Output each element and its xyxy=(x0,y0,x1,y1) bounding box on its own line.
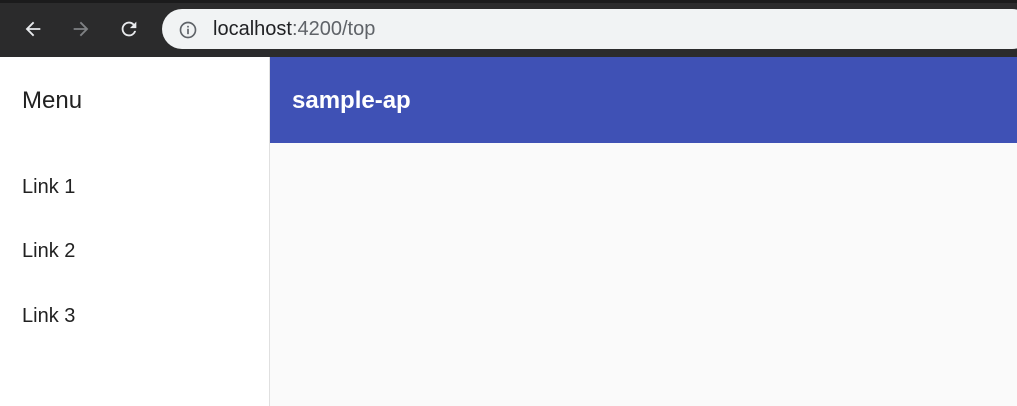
reload-icon xyxy=(121,21,137,37)
forward-button[interactable] xyxy=(64,12,98,46)
app-title: sample-ap xyxy=(292,87,411,114)
app-toolbar: sample-ap xyxy=(270,57,1017,143)
address-bar[interactable]: localhost:4200/top xyxy=(162,9,1017,49)
sidenav-link-3[interactable]: Link 3 xyxy=(0,292,269,340)
url-host: localhost xyxy=(213,18,292,40)
sidenav: Menu Link 1 Link 2 Link 3 xyxy=(0,57,270,406)
sidenav-link-1[interactable]: Link 1 xyxy=(0,163,269,211)
browser-toolbar: localhost:4200/top xyxy=(0,0,1017,57)
sidenav-title: Menu xyxy=(22,87,83,114)
forward-arrow-icon xyxy=(73,21,89,37)
url-text[interactable]: localhost:4200/top xyxy=(213,18,375,40)
back-button[interactable] xyxy=(16,12,50,46)
back-arrow-icon xyxy=(25,21,41,37)
main-content xyxy=(270,143,1017,406)
sidenav-link-2[interactable]: Link 2 xyxy=(0,227,269,275)
info-icon[interactable] xyxy=(178,20,198,40)
reload-button[interactable] xyxy=(112,12,146,46)
window-top-strip xyxy=(0,0,1017,3)
url-path: :4200/top xyxy=(291,18,376,40)
